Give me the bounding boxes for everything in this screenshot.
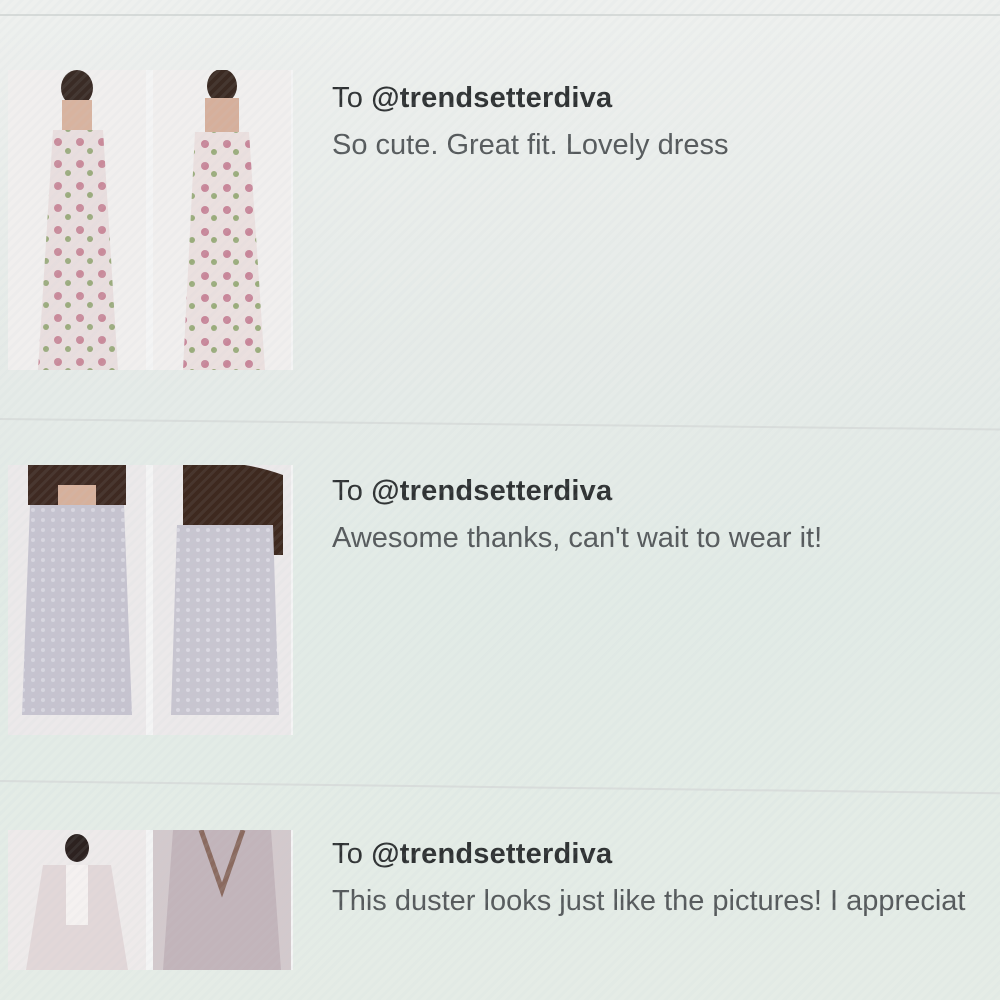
review-message: This duster looks just like the pictures… (332, 885, 966, 917)
product-photo-back[interactable] (153, 70, 291, 370)
recipient-line: To @trendsetterdiva (332, 475, 1000, 508)
product-photo-front[interactable] (8, 465, 146, 735)
floral-maxi-dress-back-image (153, 70, 291, 370)
recipient-handle[interactable]: @trendsetterdiva (371, 82, 612, 114)
review-item: To @trendsetterdiva Awesome thanks, can'… (0, 465, 1000, 765)
review-text: To @trendsetterdiva Awesome thanks, can'… (332, 475, 1000, 555)
lace-dress-back-image (153, 465, 291, 735)
row-divider (0, 418, 1000, 431)
review-text: To @trendsetterdiva This duster looks ju… (332, 838, 1000, 918)
recipient-prefix: To (332, 82, 372, 114)
product-photo-back[interactable] (153, 830, 291, 970)
lace-dress-front-image (8, 465, 146, 735)
recipient-line: To @trendsetterdiva (332, 82, 1000, 115)
product-photo-front[interactable] (8, 830, 146, 970)
recipient-handle[interactable]: @trendsetterdiva (371, 475, 612, 507)
row-divider (0, 780, 1000, 795)
review-message: So cute. Great fit. Lovely dress (332, 129, 729, 161)
product-photos[interactable] (8, 465, 293, 735)
product-photos[interactable] (8, 830, 293, 970)
duster-front-image (8, 830, 146, 970)
duster-detail-image (153, 830, 291, 970)
recipient-prefix: To (332, 475, 372, 507)
recipient-line: To @trendsetterdiva (332, 838, 1000, 871)
product-photo-front[interactable] (8, 70, 146, 370)
recipient-prefix: To (332, 838, 372, 870)
review-text: To @trendsetterdiva So cute. Great fit. … (332, 82, 1000, 162)
screen: To @trendsetterdiva So cute. Great fit. … (0, 0, 1000, 1000)
product-photo-back[interactable] (153, 465, 291, 735)
product-photos[interactable] (8, 70, 293, 370)
recipient-handle[interactable]: @trendsetterdiva (371, 838, 612, 870)
review-message: Awesome thanks, can't wait to wear it! (332, 522, 823, 554)
review-item: To @trendsetterdiva This duster looks ju… (0, 830, 1000, 1000)
review-item: To @trendsetterdiva So cute. Great fit. … (0, 70, 1000, 410)
review-feed: To @trendsetterdiva So cute. Great fit. … (0, 0, 1000, 1000)
floral-maxi-dress-front-image (8, 70, 146, 370)
